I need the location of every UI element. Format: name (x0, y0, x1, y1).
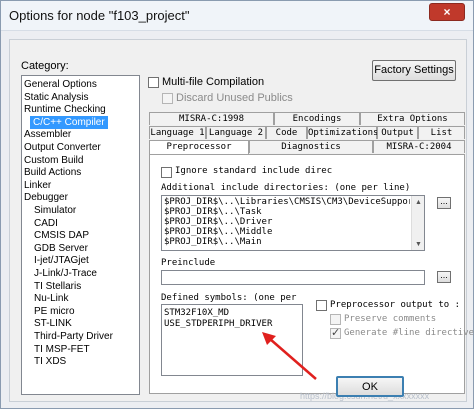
category-item[interactable]: GDB Server (34, 242, 88, 255)
category-item[interactable]: TI Stellaris (34, 280, 81, 293)
category-item[interactable]: J-Link/J-Trace (34, 267, 97, 280)
tab-row2-0[interactable]: Language 1 (149, 126, 206, 139)
tab-row2-1[interactable]: Language 2 (206, 126, 266, 139)
tab-row3-0[interactable]: Preprocessor (149, 140, 249, 154)
category-item[interactable]: Static Analysis (24, 91, 88, 104)
additional-include-label: Additional include directories: (one per… (161, 183, 411, 193)
preinclude-browse-button[interactable]: ... (437, 271, 451, 283)
discard-label: Discard Unused Publics (176, 92, 293, 104)
tab-row1-1[interactable]: Encodings (274, 112, 360, 125)
include-dir-line: $PROJ_DIR$\..\Middle (164, 227, 273, 237)
tab-row3-1[interactable]: Diagnostics (249, 140, 373, 153)
category-item[interactable]: CMSIS DAP (34, 229, 89, 242)
include-dir-line: $PROJ_DIR$\..\Task (164, 207, 262, 217)
title-bar: Options for node "f103_project" × (1, 1, 473, 31)
preprocessor-output-label: Preprocessor output to : (330, 300, 461, 310)
category-item[interactable]: CADI (34, 217, 58, 230)
include-dir-line: $PROJ_DIR$\..\Main (164, 237, 262, 247)
tab-row3-2[interactable]: MISRA-C:2004 (373, 140, 465, 153)
vertical-scrollbar[interactable]: ▲ ▼ (411, 196, 424, 250)
preprocessor-output-checkbox[interactable] (316, 300, 327, 311)
multifile-label: Multi-file Compilation (162, 76, 265, 88)
ok-button[interactable]: OK (336, 376, 404, 397)
category-item[interactable]: Output Converter (24, 141, 101, 154)
category-item[interactable]: C/C++ Compiler (30, 115, 108, 129)
category-item[interactable]: I-jet/JTAGjet (34, 254, 89, 267)
defined-symbols-label: Defined symbols: (one per (161, 293, 297, 303)
generate-line-label: Generate #line directive (344, 328, 474, 338)
category-item[interactable]: Debugger (24, 191, 68, 204)
category-item[interactable]: Nu-Link (34, 292, 68, 305)
tab-row2-5[interactable]: List (418, 126, 465, 139)
factory-settings-button[interactable]: Factory Settings (372, 60, 456, 81)
preserve-comments-checkbox[interactable] (330, 314, 341, 325)
preinclude-input[interactable] (161, 270, 425, 285)
tab-row1-2[interactable]: Extra Options (360, 112, 465, 125)
category-item[interactable]: TI MSP-FET (34, 343, 90, 356)
tab-row2-3[interactable]: Optimizations (307, 126, 378, 139)
category-list[interactable]: General Options Static Analysis Runtime Ch… (21, 75, 140, 395)
scroll-down-icon[interactable]: ▼ (415, 241, 422, 248)
include-dirs-browse-button[interactable]: ... (437, 197, 451, 209)
category-item[interactable]: Simulator (34, 204, 76, 217)
category-item[interactable]: ST-LINK (34, 317, 72, 330)
category-item[interactable]: PE micro (34, 305, 75, 318)
tab-row2-4[interactable]: Output (377, 126, 418, 139)
include-dir-line: $PROJ_DIR$\..\Driver (164, 217, 273, 227)
dialog-body: Category: General Options Static Analysis… (9, 39, 474, 402)
ignore-std-checkbox[interactable] (161, 167, 172, 178)
tab-row2-2[interactable]: Code (266, 126, 307, 139)
window-title: Options for node "f103_project" (9, 8, 190, 23)
category-label: Category: (21, 60, 69, 72)
ignore-std-label: Ignore standard include direc (175, 166, 333, 176)
category-item[interactable]: Build Actions (24, 166, 81, 179)
discard-checkbox[interactable] (162, 93, 173, 104)
defined-symbol-line: STM32F10X_MD (164, 308, 230, 318)
category-item[interactable]: Custom Build (24, 154, 83, 167)
category-item[interactable]: Runtime Checking (24, 103, 106, 116)
include-dirs-textarea[interactable]: $PROJ_DIR$\..\Libraries\CMSIS\CM3\Device… (161, 195, 425, 251)
annotation-arrow (262, 332, 317, 380)
preinclude-label: Preinclude (161, 258, 216, 268)
category-item[interactable]: Third-Party Driver (34, 330, 113, 343)
preserve-comments-label: Preserve comments (344, 314, 437, 324)
defined-symbol-line: USE_STDPERIPH_DRIVER (164, 319, 273, 329)
category-item[interactable]: General Options (24, 78, 97, 91)
tab-row1-0[interactable]: MISRA-C:1998 (149, 112, 274, 125)
defined-symbols-lines: STM32F10X_MD USE_STDPERIPH_DRIVER (164, 308, 272, 330)
options-dialog: Options for node "f103_project" × Catego… (0, 0, 474, 409)
category-item[interactable]: Linker (24, 179, 51, 192)
include-dir-line: $PROJ_DIR$\..\Libraries\CMSIS\CM3\Device… (164, 197, 410, 207)
scroll-up-icon[interactable]: ▲ (415, 199, 422, 206)
preprocessor-panel: Ignore standard include direc Additional… (149, 154, 474, 394)
generate-line-checkbox[interactable] (330, 326, 341, 339)
multifile-checkbox[interactable] (148, 77, 159, 88)
category-item[interactable]: TI XDS (34, 355, 66, 368)
include-dirs-lines: $PROJ_DIR$\..\Libraries\CMSIS\CM3\Device… (164, 197, 410, 247)
close-button[interactable]: × (429, 3, 465, 21)
category-item[interactable]: Assembler (24, 128, 71, 141)
